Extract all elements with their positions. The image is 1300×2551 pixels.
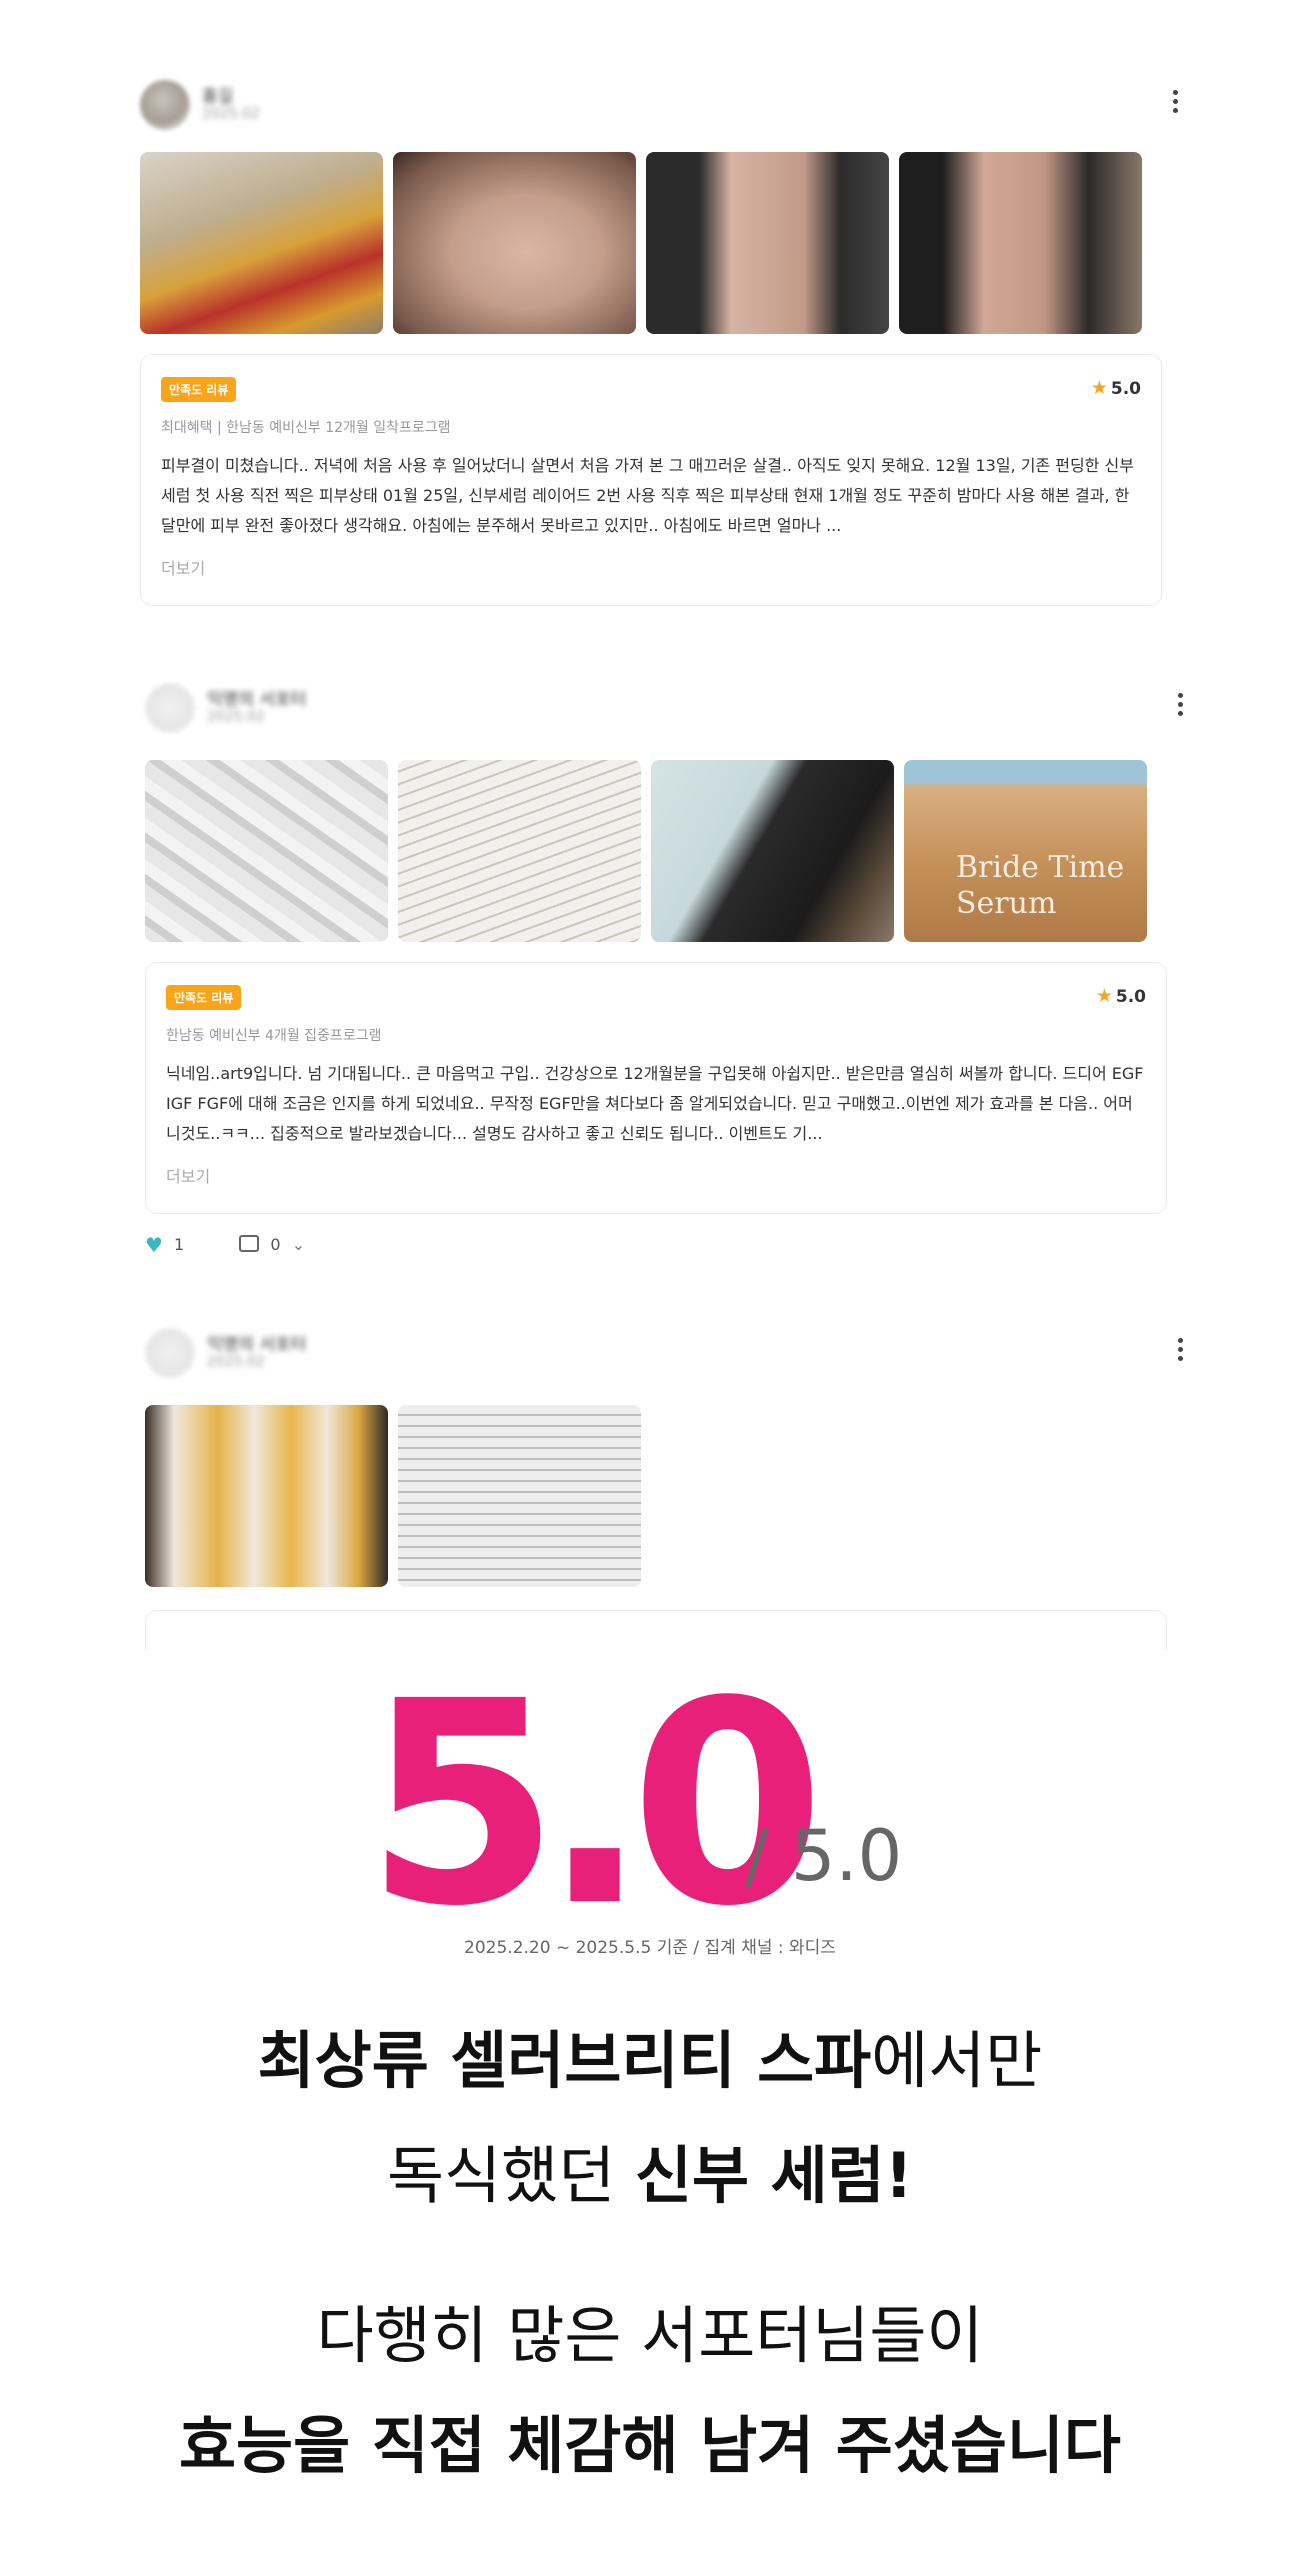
comment-icon[interactable] bbox=[239, 1235, 260, 1252]
review-photo[interactable] bbox=[646, 152, 889, 334]
more-link[interactable]: 더보기 bbox=[166, 1163, 210, 1187]
like-count: 1 bbox=[174, 1235, 185, 1254]
review-meta: 한남동 예비신부 4개월 집중프로그램 bbox=[166, 1028, 382, 1044]
review-actions: ♥ 1 0 ⌄ bbox=[145, 1233, 305, 1257]
review-photo[interactable] bbox=[398, 760, 641, 942]
rating-value: 5.0 bbox=[1115, 987, 1146, 1007]
serum-label: Bride Time Serum bbox=[956, 850, 1125, 921]
like-heart-icon[interactable]: ♥ bbox=[145, 1233, 163, 1257]
headline-rest: 에서만 bbox=[871, 2024, 1043, 2097]
rating: ★ 5.0 bbox=[1091, 377, 1141, 399]
review-photo[interactable] bbox=[398, 1405, 641, 1587]
review-photo[interactable] bbox=[393, 152, 636, 334]
review-date-blurred: 2025.02 bbox=[202, 106, 260, 122]
review-meta: 최대혜택 | 한남동 예비신부 12개월 일착프로그램 bbox=[161, 420, 451, 436]
review-header: 익명의 서포터 2025.02 bbox=[145, 1320, 1185, 1380]
headline-text: 다행히 많은 서포터님들이 bbox=[316, 2299, 984, 2372]
headline-pre: 독식했던 bbox=[387, 2139, 635, 2212]
review-photo[interactable] bbox=[145, 760, 388, 942]
score-basis: 2025.2.20 ~ 2025.5.5 기준 / 집계 채널 : 와디즈 bbox=[464, 1938, 836, 1958]
comment-count: 0 bbox=[270, 1235, 281, 1254]
more-link[interactable]: 더보기 bbox=[161, 555, 205, 579]
headline-bold: 신부 세럼! bbox=[634, 2139, 913, 2212]
review-header: 익명의 서포터 2025.02 bbox=[145, 675, 1185, 735]
reviewer-name-blurred: 홍길 bbox=[202, 87, 234, 107]
rating-value: 5.0 bbox=[1110, 379, 1141, 399]
more-options-icon[interactable] bbox=[1170, 90, 1180, 114]
review-card: 만족도 리뷰 ★ 5.0 한남동 예비신부 4개월 집중프로그램 닉네임..art… bbox=[145, 962, 1167, 1214]
review-header: 홍길 2025.02 bbox=[140, 72, 1180, 132]
headline-line-2: 독식했던 신부 세럼! bbox=[0, 2125, 1300, 2215]
headline-line-1: 최상류 셀러브리티 스파에서만 bbox=[0, 2010, 1300, 2100]
satisfaction-badge: 만족도 리뷰 bbox=[161, 377, 237, 402]
avatar bbox=[140, 80, 190, 130]
review-date-blurred: 2025.02 bbox=[207, 1354, 265, 1370]
rating: ★ 5.0 bbox=[1096, 985, 1146, 1007]
headline-line-4: 효능을 직접 체감해 남겨 주셨습니다 bbox=[0, 2395, 1300, 2485]
big-score: 5.0 bbox=[365, 1642, 825, 1968]
score-out-of: / 5.0 bbox=[745, 1815, 903, 1897]
star-icon: ★ bbox=[1095, 985, 1113, 1007]
avatar bbox=[145, 1328, 195, 1378]
review-card: 만족도 리뷰 ★ 5.0 최대혜택 | 한남동 예비신부 12개월 일착프로그램 … bbox=[140, 354, 1162, 606]
headline-bold: 최상류 셀러브리티 스파 bbox=[257, 2024, 872, 2097]
review-photo[interactable] bbox=[145, 1405, 388, 1587]
headline-bold: 효능을 직접 체감해 남겨 주셨습니다 bbox=[179, 2409, 1121, 2482]
reviewer-name-blurred: 익명의 서포터 bbox=[207, 690, 307, 710]
review-photo[interactable]: Bride Time Serum bbox=[904, 760, 1147, 942]
star-icon: ★ bbox=[1090, 377, 1108, 399]
review-photo[interactable] bbox=[651, 760, 894, 942]
more-options-icon[interactable] bbox=[1175, 693, 1185, 717]
avatar bbox=[145, 683, 195, 733]
more-options-icon[interactable] bbox=[1175, 1338, 1185, 1362]
review-date-blurred: 2025.02 bbox=[207, 709, 265, 725]
review-photo[interactable] bbox=[899, 152, 1142, 334]
chevron-down-icon[interactable]: ⌄ bbox=[292, 1235, 305, 1254]
headline-line-3: 다행히 많은 서포터님들이 bbox=[0, 2285, 1300, 2375]
reviewer-name-blurred: 익명의 서포터 bbox=[207, 1335, 307, 1355]
review-text: 피부결이 미쳤습니다.. 저녁에 처음 사용 후 일어났더니 살면서 처음 가져… bbox=[161, 456, 1134, 535]
review-text: 닉네임..art9입니다. 넘 기대됩니다.. 큰 마음먹고 구입.. 건강상으… bbox=[166, 1064, 1144, 1143]
review-photo[interactable] bbox=[140, 152, 383, 334]
satisfaction-badge: 만족도 리뷰 bbox=[166, 985, 242, 1010]
